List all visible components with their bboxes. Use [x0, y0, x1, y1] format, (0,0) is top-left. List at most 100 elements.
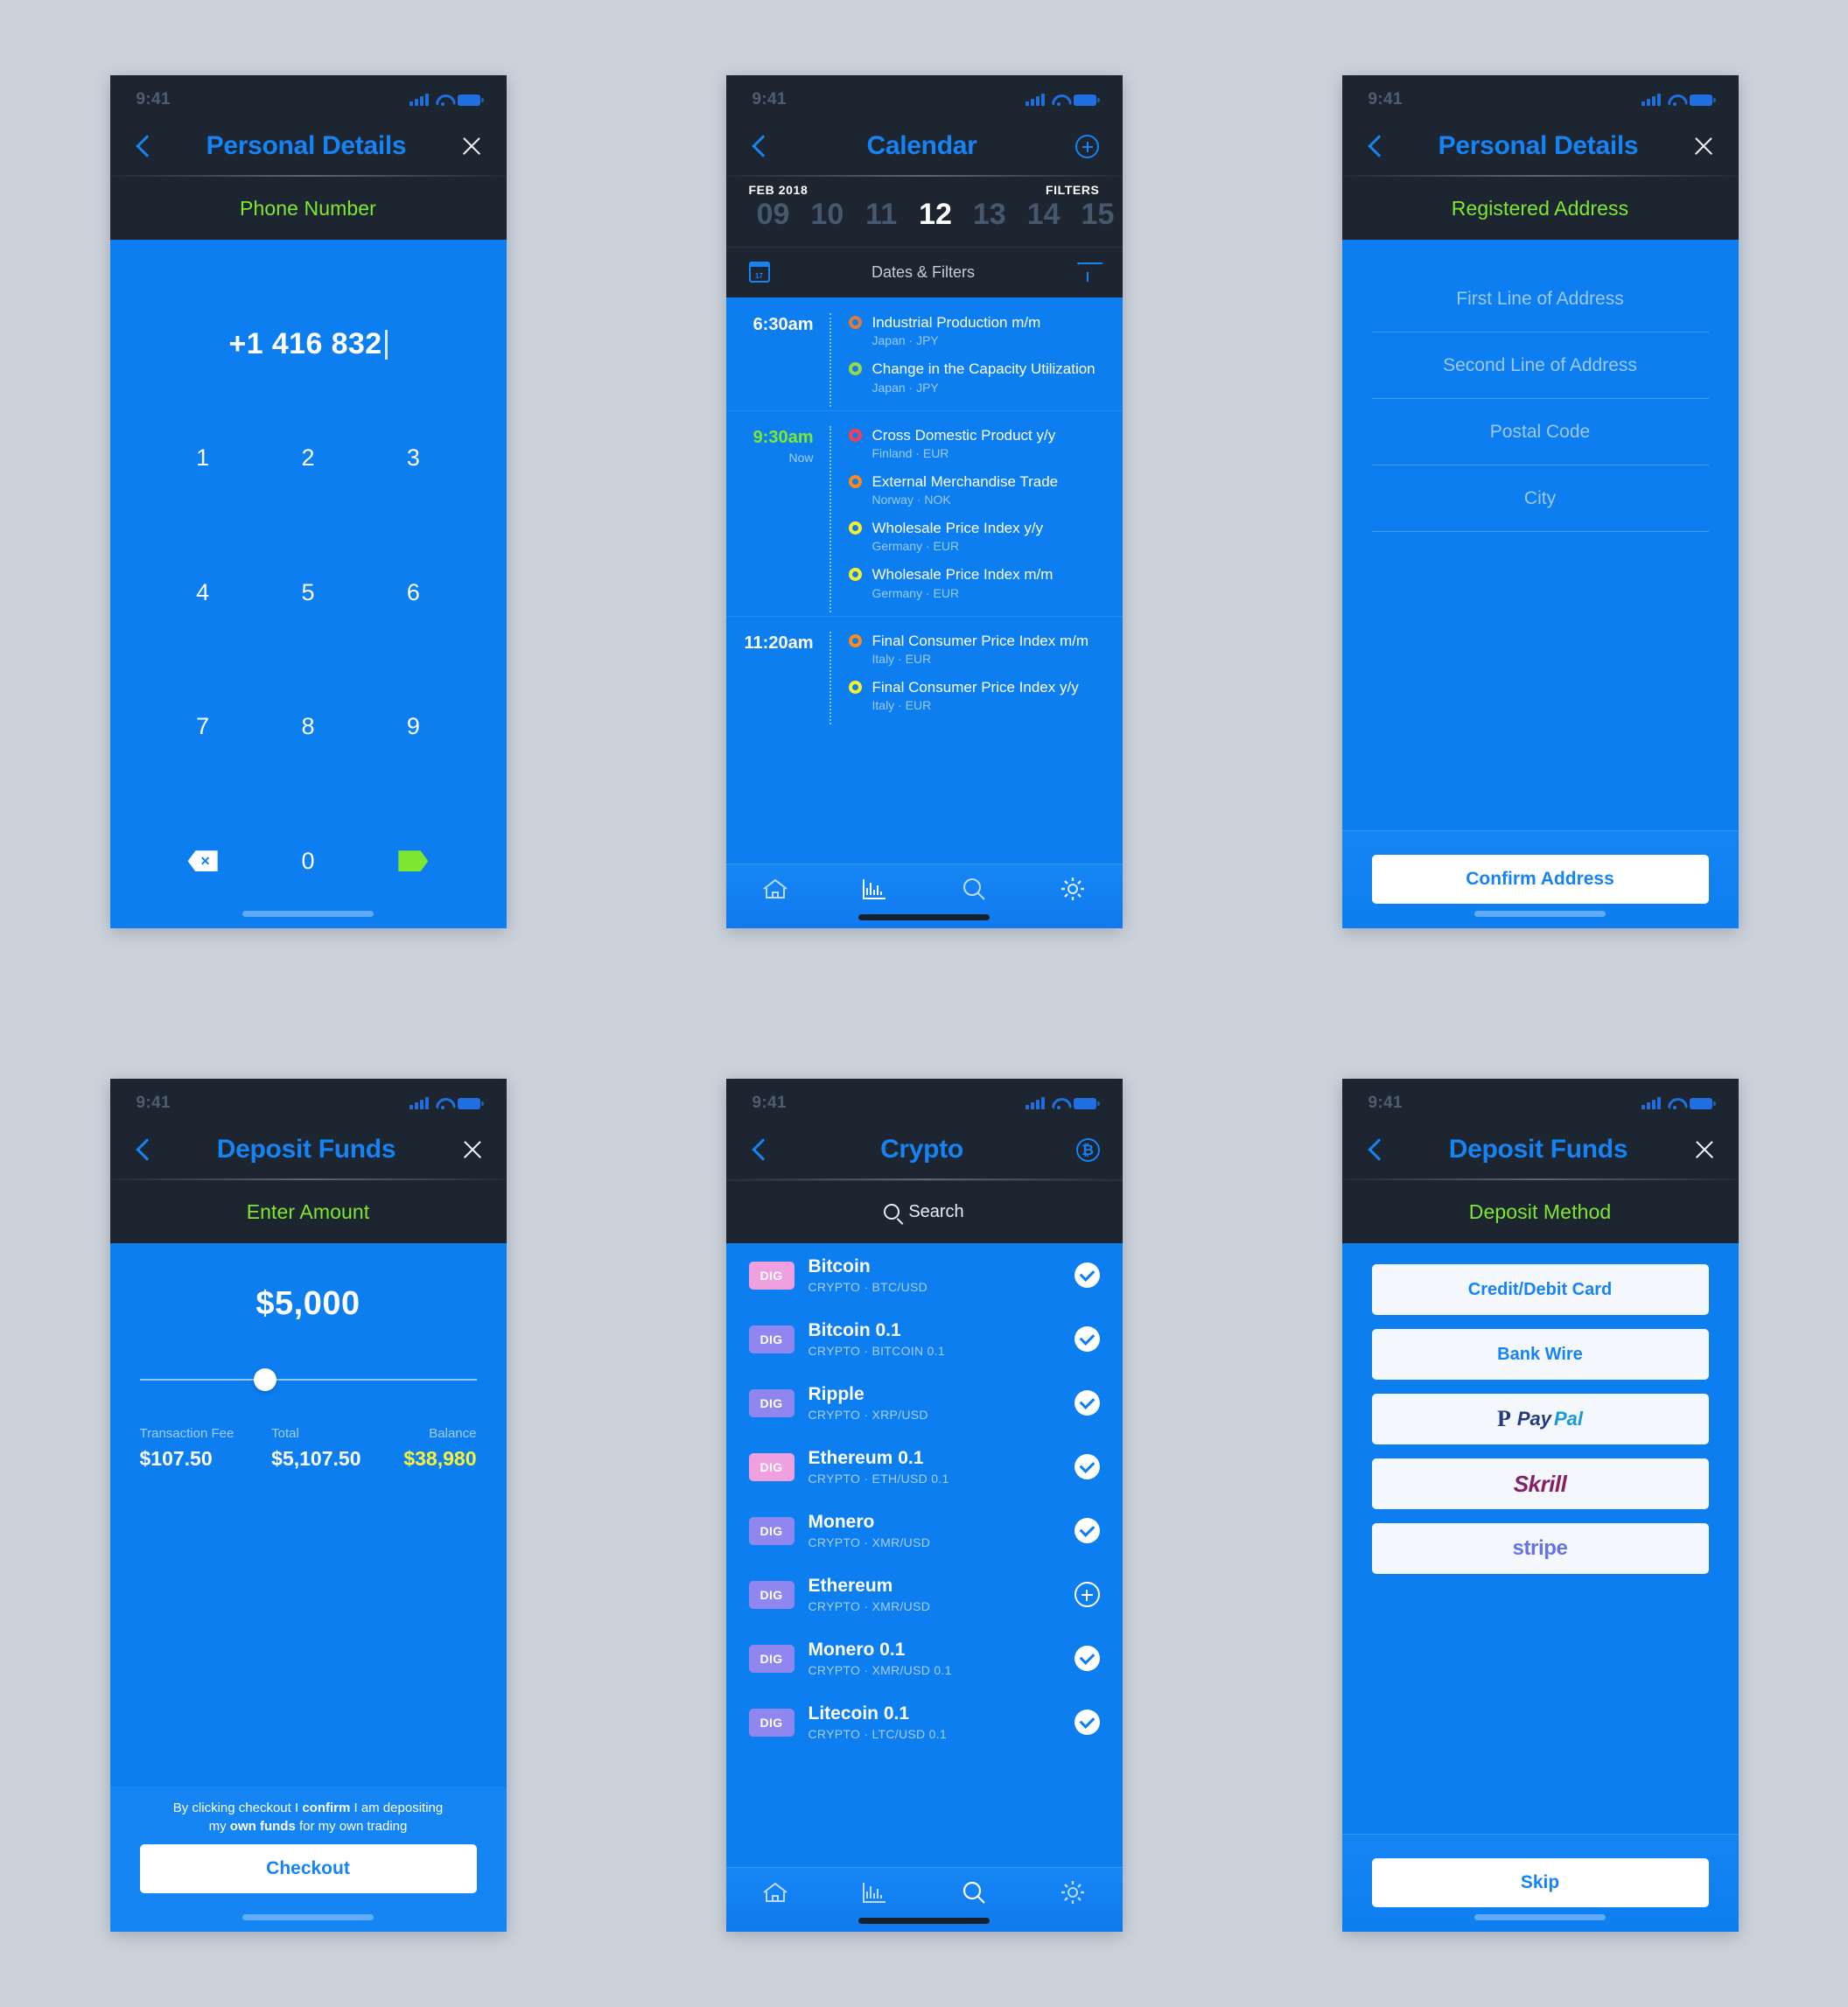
key-6[interactable]: 6 — [360, 526, 466, 661]
confirm-address-button[interactable]: Confirm Address — [1371, 855, 1709, 904]
check-icon[interactable] — [1074, 1390, 1100, 1416]
check-icon[interactable] — [1074, 1454, 1100, 1479]
list-item[interactable]: DIG Ripple CRYPTO · XRP/USD — [726, 1371, 1123, 1435]
list-item[interactable]: DIG Litecoin 0.1 CRYPTO · LTC/USD 0.1 — [726, 1690, 1123, 1754]
day-11[interactable]: 11 — [857, 198, 906, 232]
key-2[interactable]: 2 — [256, 391, 360, 526]
battery-icon — [1689, 1097, 1716, 1109]
key-0[interactable]: 0 — [256, 794, 360, 929]
event-text: Cross Domestic Product y/y Finland · EUR — [872, 426, 1056, 460]
event-item[interactable]: Final Consumer Price Index m/m Italy · E… — [848, 632, 1123, 666]
list-item[interactable]: DIG Ethereum 0.1 CRYPTO · ETH/USD 0.1 — [726, 1435, 1123, 1499]
event-item[interactable]: External Merchandise Trade Norway · NOK — [848, 472, 1123, 507]
back-icon[interactable] — [133, 136, 152, 156]
postal-code-field[interactable]: Postal Code — [1371, 399, 1709, 465]
add-icon[interactable] — [1074, 1582, 1100, 1607]
day-09[interactable]: 09 — [749, 198, 798, 232]
filters-label[interactable]: FILTERS — [1046, 183, 1100, 197]
asset-text: Monero 0.1 CRYPTO · XMR/USD 0.1 — [808, 1640, 1060, 1677]
skip-button[interactable]: Skip — [1371, 1858, 1709, 1907]
check-icon[interactable] — [1074, 1262, 1100, 1288]
stat-value: $5,107.50 — [271, 1447, 361, 1470]
filter-icon[interactable] — [1077, 262, 1100, 282]
back-icon[interactable] — [1365, 136, 1384, 156]
tab-chart[interactable] — [851, 871, 897, 906]
bitcoin-icon[interactable]: ₿ — [1075, 1137, 1100, 1162]
filter-bar-label[interactable]: Dates & Filters — [872, 263, 975, 282]
method-credit-debit-card[interactable]: Credit/Debit Card — [1371, 1264, 1709, 1315]
signal-icon — [1026, 94, 1045, 106]
search-bar[interactable]: Search — [725, 1180, 1123, 1243]
event-item[interactable]: Wholesale Price Index y/y Germany · EUR — [848, 519, 1123, 553]
day-10[interactable]: 10 — [802, 198, 851, 232]
close-icon[interactable] — [1692, 135, 1715, 157]
tab-search[interactable] — [951, 871, 997, 906]
day-13[interactable]: 13 — [965, 198, 1014, 232]
day-14[interactable]: 14 — [1019, 198, 1068, 232]
event-item[interactable]: Industrial Production m/m Japan · JPY — [848, 313, 1123, 347]
key-8[interactable]: 8 — [256, 660, 360, 794]
list-item[interactable]: DIG Monero 0.1 CRYPTO · XMR/USD 0.1 — [726, 1626, 1123, 1690]
event-severity-dot — [848, 633, 862, 647]
key-5[interactable]: 5 — [256, 526, 360, 661]
key-4[interactable]: 4 — [150, 526, 256, 661]
key-9[interactable]: 9 — [360, 660, 466, 794]
slider-handle[interactable] — [254, 1368, 277, 1391]
back-icon[interactable] — [749, 136, 768, 156]
tab-chart[interactable] — [851, 1875, 897, 1910]
check-icon[interactable] — [1074, 1326, 1100, 1352]
day-15[interactable]: 15 — [1073, 198, 1122, 232]
day-12-selected[interactable]: 12 — [911, 198, 960, 232]
event-severity-dot — [848, 680, 862, 694]
method-skrill[interactable]: Skrill — [1371, 1458, 1709, 1509]
asset-badge: DIG — [748, 1325, 794, 1353]
close-icon[interactable] — [460, 135, 483, 157]
list-item[interactable]: DIG Ethereum CRYPTO · XMR/USD — [726, 1563, 1123, 1626]
list-item[interactable]: DIG Bitcoin CRYPTO · BTC/USD — [726, 1243, 1123, 1307]
home-indicator — [242, 1914, 374, 1920]
amount-slider[interactable] — [139, 1368, 477, 1391]
checkout-button[interactable]: Checkout — [139, 1844, 477, 1893]
status-time: 9:41 — [136, 90, 171, 108]
tab-home[interactable] — [752, 1875, 798, 1910]
check-icon[interactable] — [1074, 1518, 1100, 1543]
method-stripe[interactable]: stripe — [1371, 1523, 1709, 1574]
close-icon[interactable] — [461, 1138, 484, 1161]
check-icon[interactable] — [1074, 1646, 1100, 1671]
phone-number-input[interactable]: +1 416 832 — [110, 327, 507, 361]
key-7[interactable]: 7 — [150, 660, 256, 794]
status-bar: 9:41 — [725, 75, 1123, 115]
check-icon[interactable] — [1074, 1710, 1100, 1735]
event-item[interactable]: Change in the Capacity Utilization Japan… — [848, 360, 1123, 395]
section-label: Registered Address — [1341, 177, 1739, 240]
page-title: Deposit Funds — [216, 1135, 396, 1164]
tab-home[interactable] — [752, 871, 798, 906]
event-item[interactable]: Cross Domestic Product y/y Finland · EUR — [848, 426, 1123, 460]
key-3[interactable]: 3 — [360, 391, 466, 526]
list-item[interactable]: DIG Monero CRYPTO · XMR/USD — [726, 1499, 1123, 1563]
backspace-key[interactable]: ✕ — [150, 794, 256, 929]
method-paypal[interactable]: P Pay Pal — [1371, 1394, 1709, 1444]
key-1[interactable]: 1 — [150, 391, 256, 526]
tab-search[interactable] — [951, 1875, 997, 1910]
second-line-of-address-field[interactable]: Second Line of Address — [1371, 332, 1709, 399]
tab-bar — [725, 864, 1123, 928]
tab-settings[interactable] — [1050, 1875, 1096, 1910]
calendar-icon[interactable]: 17 — [748, 262, 770, 283]
event-item[interactable]: Wholesale Price Index m/m Germany · EUR — [848, 565, 1123, 600]
submit-key[interactable] — [360, 794, 466, 929]
deposit-method-list: Credit/Debit Card Bank Wire P Pay Pal Skr… — [1342, 1243, 1739, 1834]
first-line-of-address-field[interactable]: First Line of Address — [1371, 266, 1709, 332]
back-icon[interactable] — [1365, 1140, 1384, 1159]
back-icon[interactable] — [133, 1140, 152, 1159]
back-icon[interactable] — [749, 1140, 768, 1159]
method-bank-wire[interactable]: Bank Wire — [1371, 1329, 1709, 1380]
event-groups: 6:30am Industrial Production m/m Japan ·… — [725, 297, 1123, 864]
event-item[interactable]: Final Consumer Price Index y/y Italy · E… — [848, 678, 1123, 712]
add-event-icon[interactable] — [1075, 134, 1100, 158]
list-item[interactable]: DIG Bitcoin 0.1 CRYPTO · BITCOIN 0.1 — [726, 1307, 1123, 1371]
city-field[interactable]: City — [1371, 465, 1709, 532]
close-icon[interactable] — [1693, 1138, 1716, 1161]
tab-settings[interactable] — [1050, 871, 1096, 906]
crypto-body: DIG Bitcoin CRYPTO · BTC/USD DIG Bitcoin… — [725, 1243, 1123, 1932]
